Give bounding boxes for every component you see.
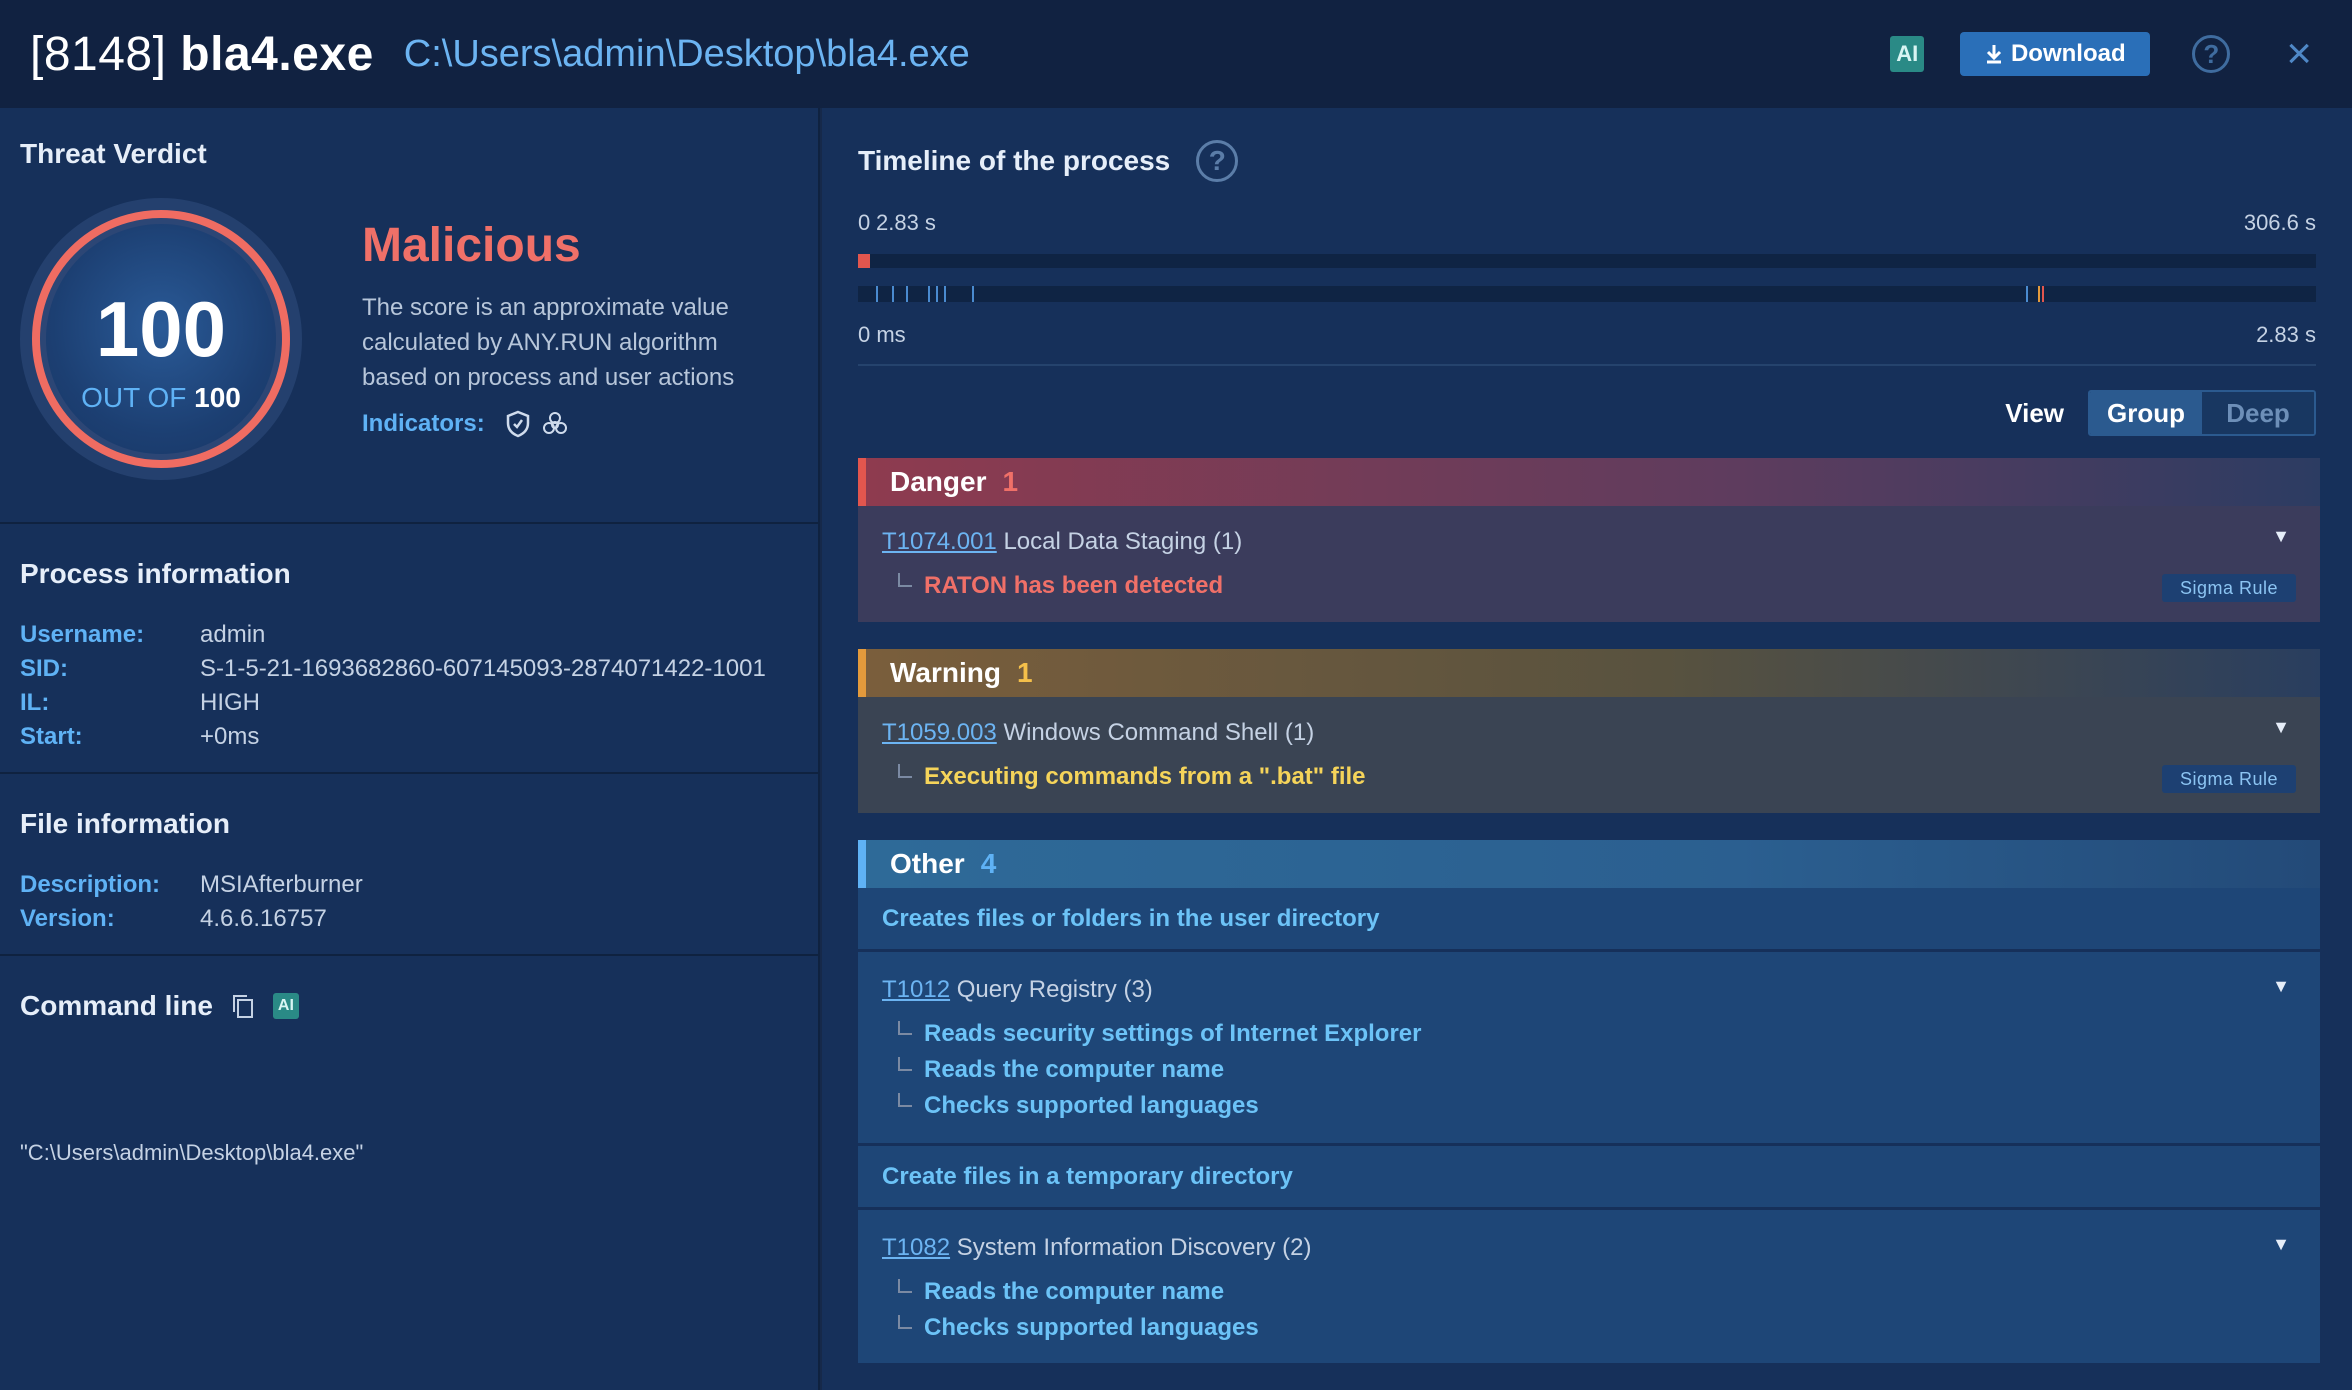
process-path: C:\Users\admin\Desktop\bla4.exe	[403, 32, 970, 75]
kv-row-description: Description: MSIAfterburner	[20, 871, 363, 898]
query-registry-technique: T1012 Query Registry (3)	[882, 976, 1153, 1003]
process-info-title: Process information	[20, 558, 291, 589]
kv-row-username: Username: admin	[20, 621, 266, 648]
view-label: View	[2005, 397, 2064, 428]
warning-item[interactable]: T1059.003 Windows Command Shell (1) Exec…	[858, 697, 2320, 813]
file-info-section: File information Description: MSIAfterbur…	[0, 774, 820, 956]
kv-row-version: Version: 4.6.6.16757	[20, 905, 327, 932]
help-icon[interactable]: ?	[2192, 35, 2231, 73]
timeline-range-marker[interactable]	[858, 254, 870, 268]
timeline-title: Timeline of the process	[858, 145, 1171, 176]
system-info-detail: Reads the computer name	[898, 1278, 1224, 1306]
download-icon	[1986, 45, 2002, 64]
other-item-temp-directory[interactable]: Create files in a temporary directory	[858, 1146, 2320, 1210]
timeline-tick-warning	[2038, 286, 2040, 302]
shield-icon[interactable]	[505, 410, 531, 438]
timeline-tick	[2026, 286, 2028, 302]
timeline-top-left: 0	[858, 210, 871, 235]
timeline-tick	[876, 286, 878, 302]
process-name: bla4.exe	[180, 27, 374, 81]
timeline-bottom-right: 2.83 s	[2256, 322, 2316, 347]
view-deep-button[interactable]: Deep	[2202, 392, 2314, 434]
timeline-top-right: 306.6 s	[2243, 210, 2316, 235]
system-info-detail: Checks supported languages	[898, 1314, 1259, 1342]
sigma-rule-badge[interactable]: Sigma Rule	[2162, 574, 2296, 602]
kv-row-il: IL: HIGH	[20, 689, 260, 716]
query-registry-detail: Reads the computer name	[898, 1056, 1224, 1084]
query-registry-detail: Reads security settings of Internet Expl…	[898, 1020, 1421, 1048]
danger-detail: RATON has been detected	[898, 572, 1223, 600]
threat-verdict-title: Threat Verdict	[20, 138, 207, 169]
kv-row-sid: SID: S-1-5-21-1693682860-607145093-287407…	[20, 655, 766, 682]
timeline-tick	[944, 286, 946, 302]
command-line-section: Command line AI "C:\Users\admin\Desktop\…	[0, 956, 820, 1165]
left-panel: Threat Verdict 100 OUT OF 100 Malicious …	[0, 108, 820, 1390]
timeline-tick	[928, 286, 930, 302]
technique-link[interactable]: T1082	[882, 1234, 950, 1261]
danger-item[interactable]: T1074.001 Local Data Staging (1) RATON h…	[858, 506, 2320, 622]
technique-link[interactable]: T1059.003	[882, 719, 997, 746]
command-line-title: Command line	[20, 990, 213, 1021]
download-label: Download	[2010, 40, 2126, 67]
danger-category: Danger 1 T1074.001 Local Data Staging (1)…	[858, 458, 2320, 622]
timeline-tick	[936, 286, 938, 302]
command-line-value: "C:\Users\admin\Desktop\bla4.exe"	[20, 1140, 364, 1165]
timeline-tick-danger	[2042, 286, 2044, 302]
chevron-down-icon[interactable]: ▼	[2272, 526, 2290, 547]
chevron-down-icon[interactable]: ▼	[2272, 717, 2290, 738]
view-toggle: View Group Deep	[2005, 390, 2316, 436]
ai-button[interactable]: AI	[1890, 36, 1925, 72]
divider	[858, 364, 2316, 366]
copy-icon[interactable]	[231, 993, 255, 1019]
system-info-technique: T1082 System Information Discovery (2)	[882, 1234, 1312, 1261]
indicators-label: Indicators:	[362, 410, 485, 437]
file-info-list: Description: MSIAfterburner Version: 4.6.6…	[20, 868, 363, 936]
timeline-tick	[972, 286, 974, 302]
other-item-user-directory[interactable]: Creates files or folders in the user dir…	[858, 888, 2320, 952]
timeline-help-icon[interactable]: ?	[1196, 140, 1239, 182]
technique-link[interactable]: T1074.001	[882, 528, 997, 555]
warning-category: Warning 1 T1059.003 Windows Command Shell…	[858, 649, 2320, 813]
timeline-bottom-left: 0 ms	[858, 322, 906, 347]
view-group-button[interactable]: Group	[2090, 392, 2202, 434]
threat-verdict-section: Threat Verdict 100 OUT OF 100 Malicious …	[0, 108, 820, 524]
kv-row-start: Start: +0ms	[20, 723, 260, 750]
right-panel: Timeline of the process ? 0 2.83 s 306.6…	[822, 108, 2352, 1390]
verdict-description: The score is an approximate value calcul…	[362, 294, 735, 391]
warning-header[interactable]: Warning 1	[858, 649, 2320, 697]
timeline-tick	[906, 286, 908, 302]
other-item-query-registry[interactable]: T1012 Query Registry (3) ▼ Reads securit…	[858, 952, 2320, 1146]
sigma-rule-badge[interactable]: Sigma Rule	[2162, 765, 2296, 793]
indicators: Indicators:	[362, 410, 569, 438]
danger-header[interactable]: Danger 1	[858, 458, 2320, 506]
header: [8148] bla4.exe C:\Users\admin\Desktop\b…	[0, 0, 2352, 108]
other-item-system-info[interactable]: T1082 System Information Discovery (2) ▼…	[858, 1210, 2320, 1366]
verdict-label: Malicious	[362, 219, 581, 272]
command-line-ai-button[interactable]: AI	[272, 993, 299, 1019]
score-out-of: OUT OF 100	[81, 382, 241, 413]
chevron-down-icon[interactable]: ▼	[2272, 1234, 2290, 1255]
close-icon[interactable]: ×	[2286, 32, 2312, 76]
other-header[interactable]: Other 4	[858, 840, 2320, 888]
process-pid: [8148]	[30, 27, 167, 81]
file-info-title: File information	[20, 808, 230, 839]
timeline-tick	[892, 286, 894, 302]
process-info-section: Process information Username: admin SID: S…	[0, 524, 820, 774]
warning-technique: T1059.003 Windows Command Shell (1)	[882, 719, 1315, 746]
process-info-list: Username: admin SID: S-1-5-21-1693682860-6…	[20, 618, 766, 754]
download-button[interactable]: Download	[1960, 32, 2151, 76]
biohazard-icon[interactable]	[541, 410, 569, 438]
score-value: 100	[95, 285, 227, 373]
score-gauge: 100 OUT OF 100	[20, 198, 302, 480]
timeline-detail-bar[interactable]	[858, 286, 2316, 302]
technique-link[interactable]: T1012	[882, 976, 950, 1003]
warning-detail: Executing commands from a ".bat" file	[898, 763, 1366, 791]
timeline-top-marker: 2.83 s	[876, 210, 936, 235]
chevron-down-icon[interactable]: ▼	[2272, 976, 2290, 997]
timeline-overview-bar[interactable]	[858, 254, 2316, 268]
danger-technique: T1074.001 Local Data Staging (1)	[882, 528, 1243, 555]
query-registry-detail: Checks supported languages	[898, 1092, 1259, 1120]
process-title: [8148] bla4.exe	[30, 27, 374, 82]
other-category: Other 4 Creates files or folders in the u…	[858, 840, 2320, 1366]
